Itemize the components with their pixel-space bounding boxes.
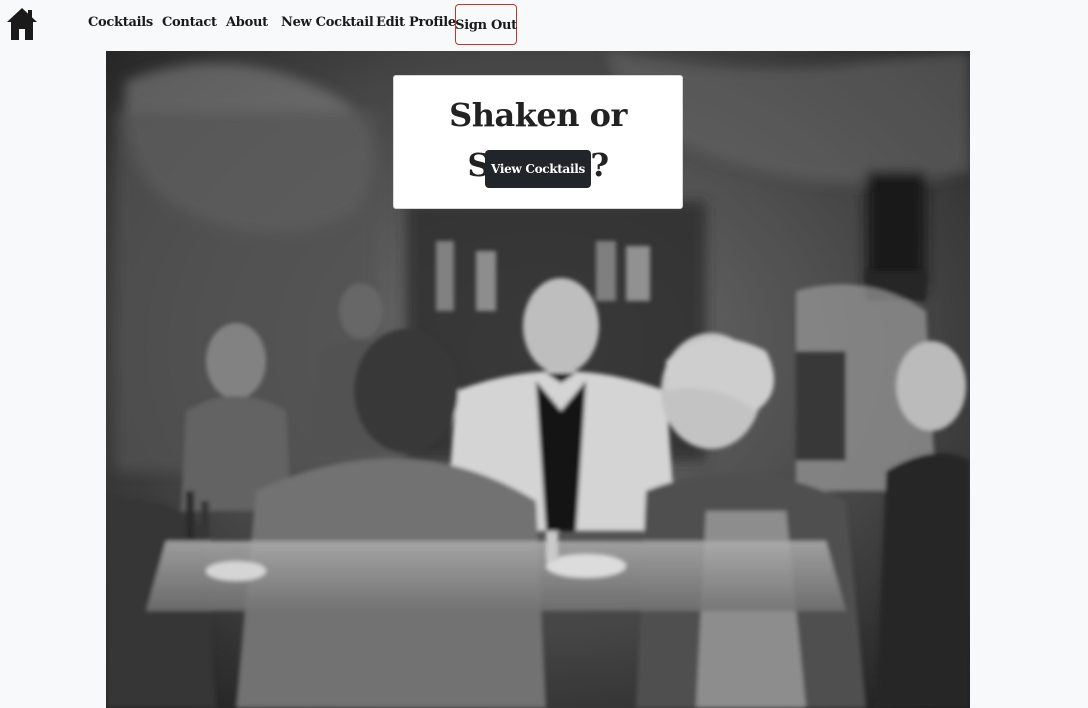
hero-card: Shaken or Stirred? View Cocktails [393, 75, 683, 209]
nav-link-new-cocktail[interactable]: New Cocktail [281, 13, 374, 33]
nav-link-cocktails[interactable]: Cocktails [88, 13, 153, 33]
view-cocktails-button[interactable]: View Cocktails [485, 150, 591, 188]
sign-out-button[interactable]: Sign Out [455, 4, 517, 45]
nav-link-about[interactable]: About [226, 13, 268, 33]
nav-link-edit-profile[interactable]: Edit Profile [376, 13, 456, 33]
home-link[interactable] [6, 7, 38, 41]
sign-out-label: Sign Out [455, 17, 517, 33]
house-icon [7, 8, 37, 40]
navbar: Cocktails Contact About New Cocktail Edi… [0, 0, 1088, 50]
nav-link-contact[interactable]: Contact [162, 13, 217, 33]
